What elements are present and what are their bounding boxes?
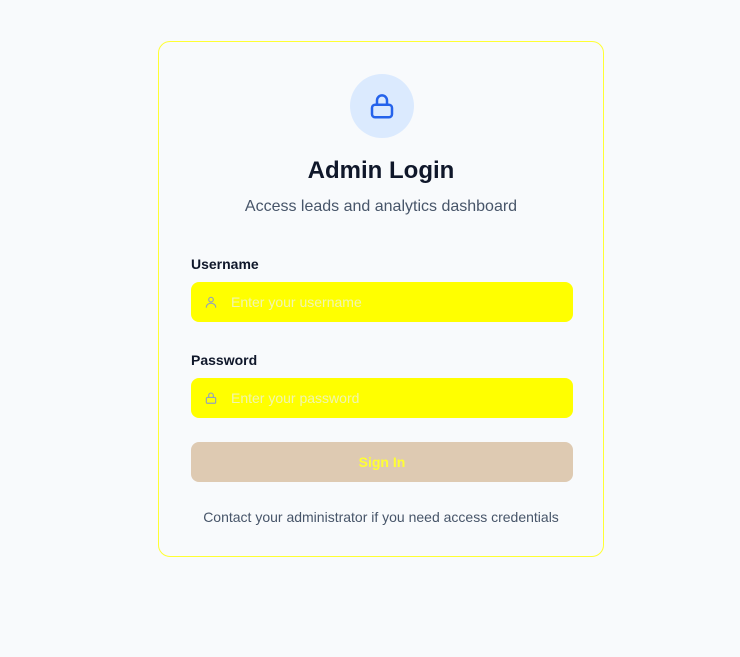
lock-badge (350, 74, 414, 138)
username-input[interactable] (231, 283, 551, 321)
sign-in-button[interactable]: Sign In (191, 442, 573, 482)
password-field[interactable] (191, 378, 573, 418)
password-input[interactable] (231, 379, 551, 417)
username-field[interactable] (191, 282, 573, 322)
user-icon (191, 282, 231, 322)
page-subtitle: Access leads and analytics dashboard (244, 198, 518, 215)
username-label: Username (191, 256, 259, 272)
help-text: Contact your administrator if you need a… (203, 509, 559, 525)
login-card: Admin Login Access leads and analytics d… (158, 41, 604, 557)
page-title: Admin Login (307, 157, 455, 184)
password-label: Password (191, 352, 258, 368)
lock-icon (367, 91, 397, 121)
lock-icon (191, 378, 231, 418)
